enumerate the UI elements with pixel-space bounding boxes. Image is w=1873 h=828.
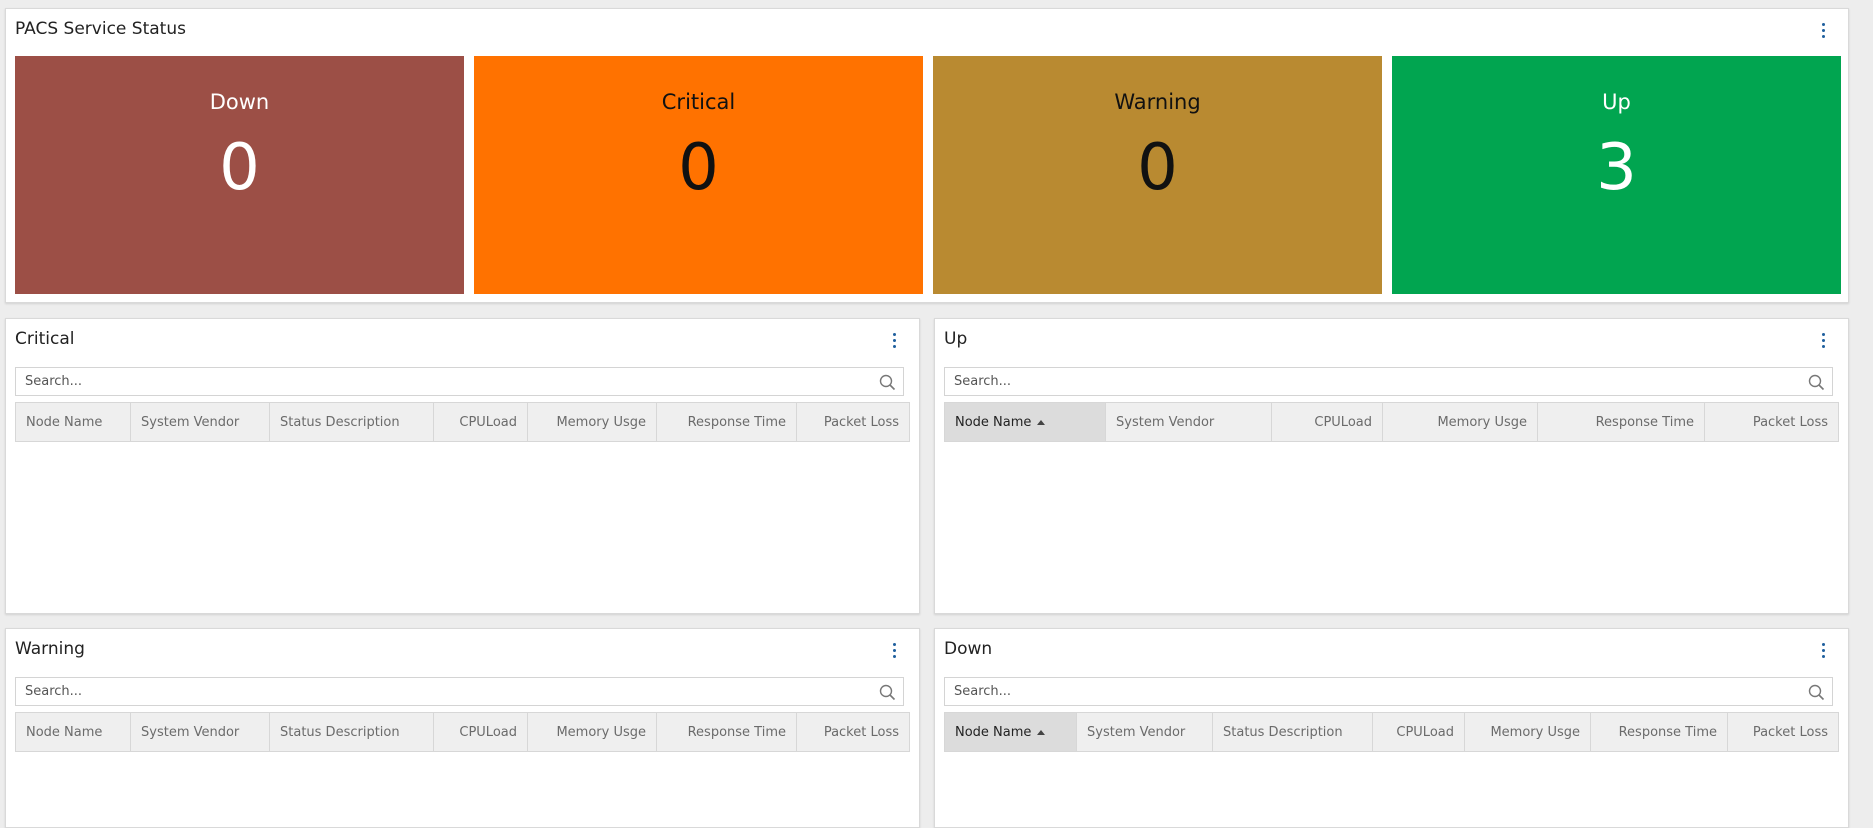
status-tile-up[interactable]: Up 3	[1392, 56, 1841, 294]
column-header-node-name[interactable]: Node Name	[945, 713, 1077, 751]
search-input[interactable]	[945, 368, 1832, 395]
tile-label: Down	[209, 90, 270, 114]
more-vertical-icon[interactable]	[887, 330, 901, 350]
column-header-system-vendor[interactable]: System Vendor	[131, 713, 270, 751]
column-header-packet-loss[interactable]: Packet Loss	[1728, 713, 1838, 751]
panel-title: PACS Service Status	[15, 19, 186, 39]
search-icon[interactable]	[1808, 374, 1825, 391]
column-header-label: Node Name	[955, 724, 1032, 740]
tile-count: 0	[678, 131, 719, 205]
column-header-cpuload[interactable]: CPULoad	[434, 403, 528, 441]
more-vertical-icon[interactable]	[1816, 640, 1830, 660]
column-header-memory-usage[interactable]: Memory Usge	[1383, 403, 1538, 441]
column-header-node-name[interactable]: Node Name	[945, 403, 1106, 441]
column-header-system-vendor[interactable]: System Vendor	[1106, 403, 1272, 441]
column-header-label: Node Name	[955, 414, 1032, 430]
pacs-service-status-panel: PACS Service Status Down 0 Critical 0 Wa…	[5, 8, 1849, 303]
column-header-memory-usage[interactable]: Memory Usge	[1465, 713, 1591, 751]
column-header-response-time[interactable]: Response Time	[1538, 403, 1705, 441]
table-header: Node Name System Vendor Status Descripti…	[15, 712, 910, 752]
column-header-node-name[interactable]: Node Name	[16, 713, 131, 751]
search-input[interactable]	[945, 678, 1832, 705]
column-header-status-description[interactable]: Status Description	[1213, 713, 1373, 751]
column-header-response-time[interactable]: Response Time	[657, 713, 797, 751]
search-box	[944, 367, 1833, 396]
column-header-status-description[interactable]: Status Description	[270, 713, 434, 751]
panel-title: Critical	[15, 329, 75, 349]
warning-nodes-panel: Warning Node Name System Vendor Status D…	[5, 628, 920, 828]
search-icon[interactable]	[1808, 684, 1825, 701]
panel-title: Warning	[15, 639, 85, 659]
column-header-status-description[interactable]: Status Description	[270, 403, 434, 441]
sort-ascending-icon	[1037, 729, 1046, 735]
tile-count: 3	[1596, 131, 1637, 205]
column-header-packet-loss[interactable]: Packet Loss	[1705, 403, 1838, 441]
tile-count: 0	[219, 131, 260, 205]
table-header: Node Name System Vendor Status Descripti…	[944, 712, 1839, 752]
panel-title: Up	[944, 329, 968, 349]
column-header-packet-loss[interactable]: Packet Loss	[797, 403, 909, 441]
search-icon[interactable]	[879, 684, 896, 701]
column-header-cpuload[interactable]: CPULoad	[1373, 713, 1465, 751]
column-header-memory-usage[interactable]: Memory Usge	[528, 403, 657, 441]
tile-label: Up	[1602, 90, 1631, 114]
column-header-response-time[interactable]: Response Time	[1591, 713, 1728, 751]
more-vertical-icon[interactable]	[887, 640, 901, 660]
column-header-system-vendor[interactable]: System Vendor	[1077, 713, 1213, 751]
column-header-system-vendor[interactable]: System Vendor	[131, 403, 270, 441]
column-header-response-time[interactable]: Response Time	[657, 403, 797, 441]
column-header-cpuload[interactable]: CPULoad	[434, 713, 528, 751]
panel-title: Down	[944, 639, 993, 659]
column-header-cpuload[interactable]: CPULoad	[1272, 403, 1383, 441]
search-icon[interactable]	[879, 374, 896, 391]
more-vertical-icon[interactable]	[1816, 330, 1830, 350]
tile-label: Warning	[1114, 90, 1201, 114]
tile-label: Critical	[661, 90, 736, 114]
down-nodes-panel: Down Node Name System Vendor Status Desc…	[934, 628, 1849, 828]
up-nodes-panel: Up Node Name System Vendor CPULoad Memor…	[934, 318, 1849, 614]
status-tile-warning[interactable]: Warning 0	[933, 56, 1382, 294]
search-box	[944, 677, 1833, 706]
column-header-packet-loss[interactable]: Packet Loss	[797, 713, 909, 751]
table-header: Node Name System Vendor CPULoad Memory U…	[944, 402, 1839, 442]
search-box	[15, 677, 904, 706]
search-input[interactable]	[16, 678, 903, 705]
more-vertical-icon[interactable]	[1816, 20, 1830, 40]
status-tile-critical[interactable]: Critical 0	[474, 56, 923, 294]
table-header: Node Name System Vendor Status Descripti…	[15, 402, 910, 442]
column-header-memory-usage[interactable]: Memory Usge	[528, 713, 657, 751]
status-tile-down[interactable]: Down 0	[15, 56, 464, 294]
search-input[interactable]	[16, 368, 903, 395]
sort-ascending-icon	[1037, 419, 1046, 425]
column-header-node-name[interactable]: Node Name	[16, 403, 131, 441]
tile-count: 0	[1137, 131, 1178, 205]
search-box	[15, 367, 904, 396]
critical-nodes-panel: Critical Node Name System Vendor Status …	[5, 318, 920, 614]
